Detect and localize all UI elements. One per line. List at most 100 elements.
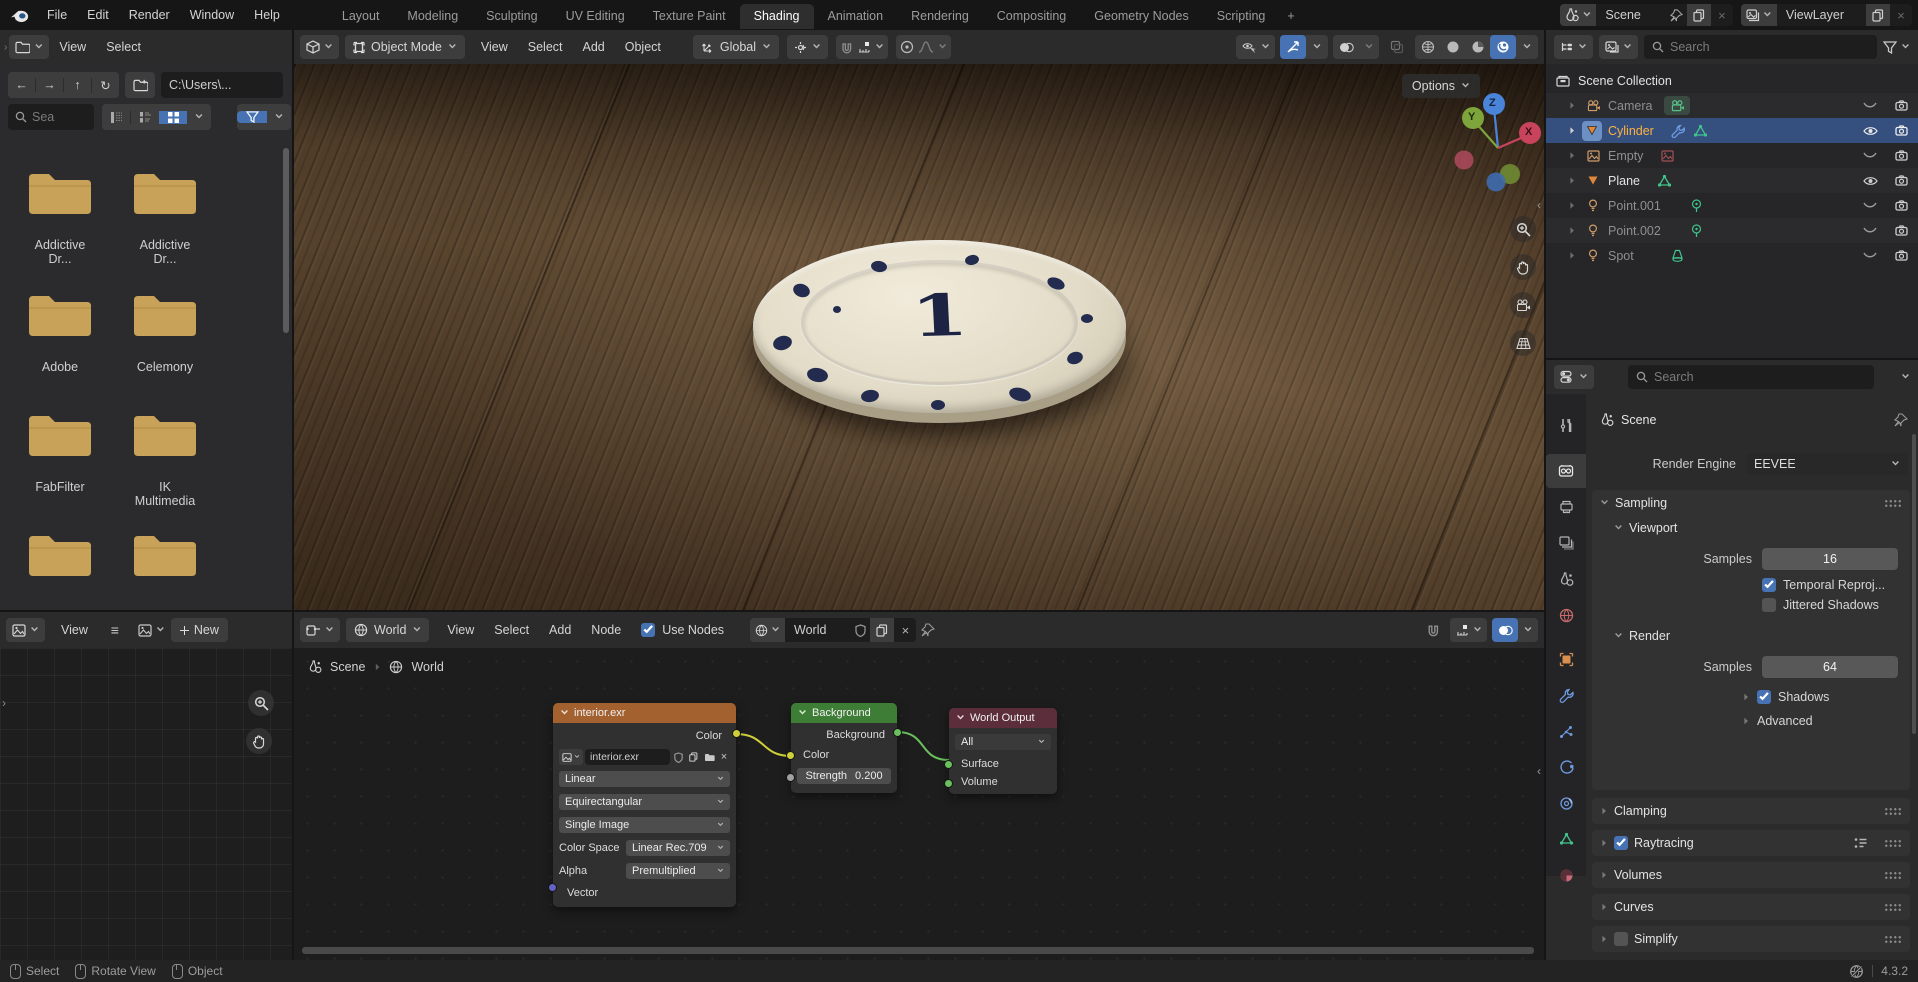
projection-dropdown[interactable]: Equirectangular — [559, 794, 730, 810]
folder-item[interactable]: IK Multimedia — [132, 412, 198, 508]
strength-field[interactable]: Strength 0.200 — [797, 768, 891, 784]
tab-texture-paint[interactable]: Texture Paint — [639, 4, 740, 29]
ceramic-chip[interactable]: 1 — [753, 240, 1126, 423]
hide-eye-icon[interactable] — [1856, 152, 1884, 159]
world-unlink-icon[interactable]: × — [894, 623, 916, 638]
wireframe-shading-button[interactable] — [1415, 40, 1440, 54]
expand-icon[interactable] — [1742, 693, 1750, 701]
show-overlays-button[interactable] — [1333, 41, 1359, 54]
panel-grip-icon[interactable] — [1884, 839, 1902, 847]
camera-view-button[interactable] — [1510, 292, 1536, 318]
tab-output[interactable] — [1546, 490, 1586, 524]
sh-menu-add[interactable]: Add — [539, 623, 581, 637]
image-data-icon[interactable] — [1657, 150, 1677, 162]
expand-icon[interactable] — [1568, 102, 1576, 110]
shadows-checkbox[interactable] — [1757, 690, 1771, 704]
presets-list-icon[interactable] — [1854, 837, 1868, 849]
outliner-row-plane[interactable]: Plane — [1546, 168, 1918, 193]
pin-icon[interactable] — [916, 623, 940, 637]
tab-layout[interactable]: Layout — [328, 4, 394, 29]
disable-render-icon[interactable] — [1884, 150, 1918, 161]
tab-object[interactable] — [1546, 642, 1586, 676]
modifier-wrench-icon[interactable] — [1668, 124, 1688, 138]
editor-type-button[interactable] — [1554, 35, 1593, 59]
new-image-button[interactable]: New — [171, 618, 228, 642]
fake-user-shield-icon[interactable] — [672, 752, 685, 763]
network-offline-icon[interactable] — [1849, 964, 1864, 979]
advanced-row[interactable]: Advanced — [1592, 704, 1910, 728]
viewlayer-name[interactable]: ViewLayer — [1777, 8, 1866, 22]
vp-menu-object[interactable]: Object — [615, 40, 671, 54]
fb-search-input[interactable]: Sea — [8, 104, 94, 130]
mode-dropdown[interactable]: Object Mode — [345, 35, 465, 59]
world-browse-button[interactable] — [750, 618, 785, 642]
disable-render-icon[interactable] — [1884, 175, 1918, 186]
expand-icon[interactable] — [1568, 202, 1576, 210]
disable-render-icon[interactable] — [1884, 225, 1918, 236]
open-folder-icon[interactable] — [702, 753, 716, 762]
tab-world[interactable] — [1546, 598, 1586, 632]
panel-grip-icon[interactable] — [1884, 903, 1902, 911]
snap-target-icon[interactable] — [857, 41, 871, 54]
outliner-row-scene-collection[interactable]: Scene Collection — [1546, 68, 1918, 93]
pan-hand-button[interactable] — [246, 728, 272, 754]
tab-rendering[interactable]: Rendering — [897, 4, 983, 29]
snap-magnet-icon[interactable] — [840, 41, 853, 54]
fb-menu-select[interactable]: Select — [96, 40, 151, 54]
hide-eye-icon[interactable] — [1856, 252, 1884, 259]
use-nodes-toggle[interactable]: Use Nodes — [641, 623, 724, 637]
gizmo-z-label[interactable]: Z — [1489, 97, 1496, 109]
render-subpanel-header[interactable]: Render — [1592, 624, 1910, 648]
mesh-data-icon[interactable] — [1654, 174, 1676, 188]
expand-icon[interactable] — [1568, 127, 1576, 135]
source-dropdown[interactable]: Single Image — [559, 817, 730, 833]
add-workspace-button[interactable]: + — [1279, 4, 1302, 29]
node-background[interactable]: Background Background Color Strength 0.2… — [791, 703, 897, 793]
raytracing-panel[interactable]: Raytracing — [1592, 830, 1910, 856]
interpolation-dropdown[interactable]: Linear — [559, 771, 730, 787]
blender-logo-icon[interactable] — [10, 8, 29, 23]
show-gizmo-button[interactable] — [1280, 35, 1306, 59]
scene-name[interactable]: Scene — [1596, 8, 1666, 22]
breadcrumb-label[interactable]: Scene — [1621, 413, 1656, 427]
display-settings-dropdown[interactable] — [187, 113, 211, 122]
thumbnail-view-button[interactable] — [159, 111, 187, 124]
raytracing-checkbox[interactable] — [1614, 836, 1628, 850]
strength-input-socket[interactable] — [786, 773, 795, 782]
snap-target-dropdown[interactable] — [1450, 618, 1487, 642]
sh-menu-select[interactable]: Select — [484, 623, 539, 637]
folder-item[interactable]: Adobe — [27, 292, 93, 374]
gizmo-x-label[interactable]: X — [1525, 126, 1532, 138]
collapsed-menus-icon[interactable]: ≡ — [104, 622, 126, 638]
editor-type-button[interactable] — [1554, 365, 1594, 389]
tab-scene[interactable] — [1546, 562, 1586, 596]
material-preview-button[interactable] — [1465, 40, 1490, 54]
show-overlays-button[interactable] — [1492, 618, 1518, 642]
folder-item[interactable]: FabFilter — [27, 412, 93, 494]
pivot-point-dropdown[interactable] — [787, 35, 828, 59]
orthographic-grid-button[interactable] — [1510, 330, 1536, 356]
vertical-list-view-button[interactable] — [102, 111, 130, 124]
scene-browse-button[interactable] — [1560, 4, 1596, 26]
image-name-field[interactable]: interior.exr — [585, 749, 670, 765]
tab-constraints[interactable] — [1546, 786, 1586, 820]
breadcrumb-scene[interactable]: Scene — [330, 660, 365, 674]
pan-hand-button[interactable] — [1510, 254, 1536, 280]
rendered-shading-button[interactable] — [1490, 35, 1516, 59]
solid-shading-button[interactable] — [1440, 40, 1465, 54]
node-header[interactable]: Background — [791, 703, 897, 723]
horizontal-list-view-button[interactable] — [130, 111, 159, 124]
light-data-icon[interactable] — [1687, 199, 1707, 213]
vector-input-socket[interactable] — [548, 883, 557, 892]
toggle-xray-button[interactable] — [1384, 35, 1410, 59]
spot-light-data-icon[interactable] — [1668, 249, 1688, 262]
menu-render[interactable]: Render — [119, 8, 180, 22]
sh-menu-node[interactable]: Node — [581, 623, 631, 637]
image-datablock-dropdown[interactable] — [138, 624, 165, 637]
properties-scrollbar[interactable] — [1912, 434, 1916, 734]
tab-modifiers[interactable] — [1546, 678, 1586, 712]
viewport-subpanel-header[interactable]: Viewport — [1592, 516, 1910, 540]
proportional-edit-icon[interactable] — [900, 40, 914, 54]
hide-eye-icon[interactable] — [1856, 176, 1884, 186]
tab-render[interactable] — [1546, 454, 1586, 488]
